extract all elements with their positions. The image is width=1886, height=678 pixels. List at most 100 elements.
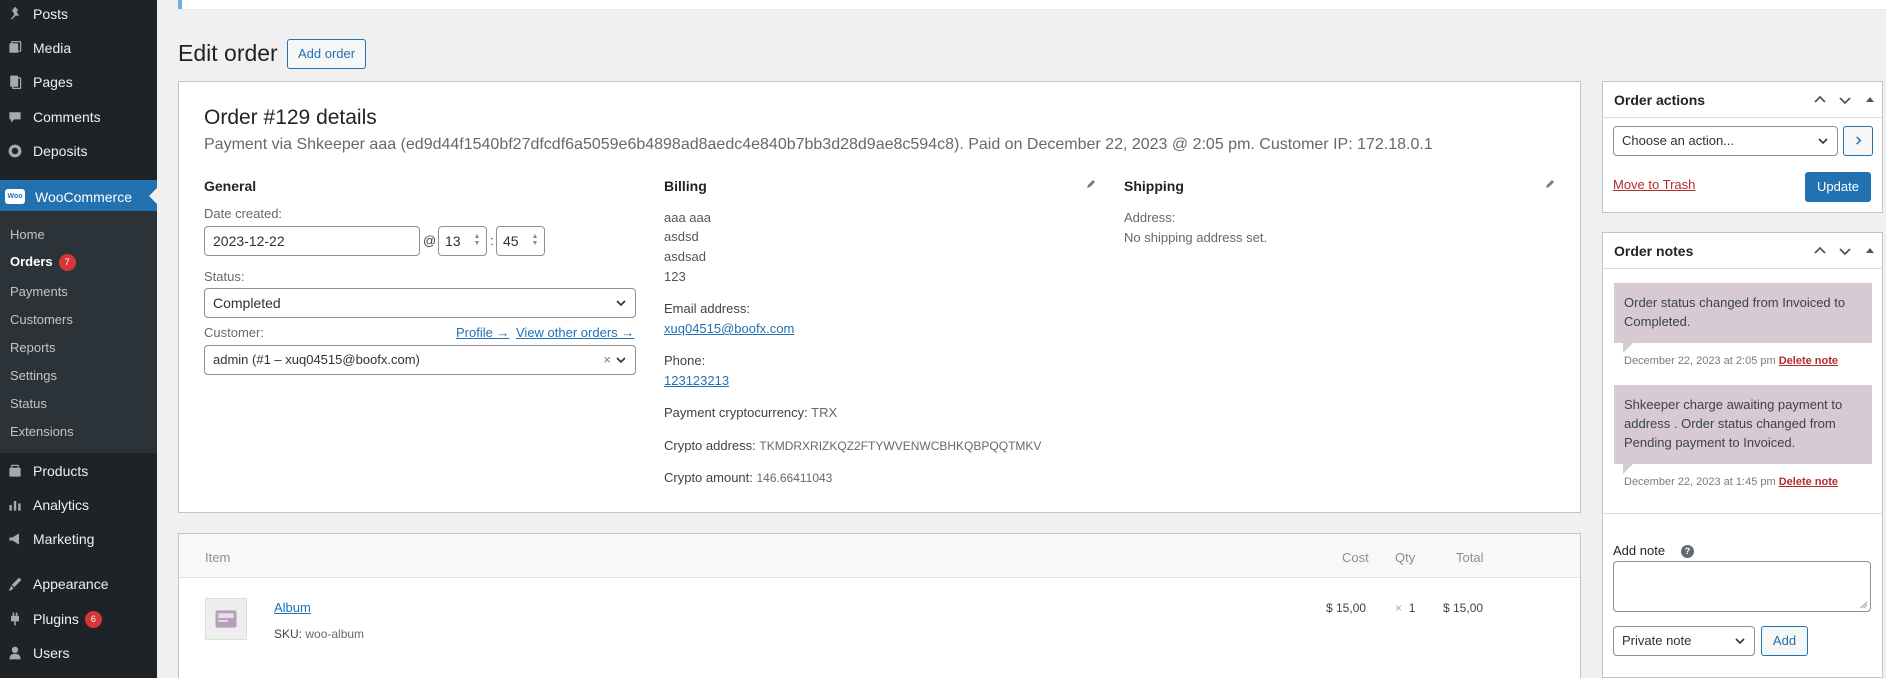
billing-address-line: asdsad bbox=[664, 249, 706, 264]
shipping-address-label: Address: bbox=[1124, 210, 1176, 225]
plugins-count-badge: 6 bbox=[84, 610, 102, 628]
admin-sidebar: Posts Media Pages Comments Deposits Woo … bbox=[0, 0, 157, 678]
customer-select[interactable]: admin (#1 – xuq04515@boofx.com) × bbox=[204, 345, 636, 375]
delete-note-link[interactable]: Delete note bbox=[1779, 355, 1838, 367]
order-actions-box: Order actions Choose an action... Move t… bbox=[1602, 81, 1883, 213]
note-type-select[interactable]: Private note bbox=[1613, 626, 1755, 656]
order-action-select[interactable]: Choose an action... bbox=[1613, 126, 1838, 156]
item-column-header: Item bbox=[205, 550, 231, 565]
help-icon[interactable]: ? bbox=[1681, 545, 1694, 558]
order-notes-box: Order notes Order status changed from In… bbox=[1602, 232, 1883, 678]
move-down-icon[interactable] bbox=[1837, 243, 1853, 259]
update-button[interactable]: Update bbox=[1805, 172, 1871, 202]
pages-icon bbox=[7, 74, 23, 90]
customer-profile-link[interactable]: Profile → bbox=[456, 325, 509, 340]
move-up-icon[interactable] bbox=[1812, 243, 1828, 259]
menu-item-media[interactable]: Media bbox=[0, 33, 157, 63]
crypto-currency-row: Payment cryptocurrency: TRX bbox=[664, 405, 838, 420]
menu-item-plugins[interactable]: Plugins 6 bbox=[0, 604, 157, 634]
users-icon bbox=[7, 645, 23, 661]
crypto-amount-row: Crypto amount: 146.66411043 bbox=[664, 470, 833, 485]
shipping-heading: Shipping bbox=[1124, 178, 1184, 194]
menu-item-deposits[interactable]: Deposits bbox=[0, 136, 157, 166]
move-to-trash-link[interactable]: Move to Trash bbox=[1613, 177, 1695, 192]
submenu-item-orders[interactable]: Orders 7 bbox=[10, 254, 76, 272]
submenu-item-settings[interactable]: Settings bbox=[10, 368, 57, 383]
billing-email-link[interactable]: xuq04515@boofx.com bbox=[664, 321, 794, 336]
apply-action-button[interactable] bbox=[1843, 126, 1873, 156]
pushpin-icon bbox=[7, 6, 23, 22]
product-name-link[interactable]: Album bbox=[274, 600, 311, 615]
menu-item-products[interactable]: Products bbox=[0, 456, 157, 486]
item-total: $ 15,00 bbox=[1443, 601, 1484, 615]
hour-spinner[interactable]: ▲ ▼ bbox=[473, 233, 481, 249]
submenu-item-customers[interactable]: Customers bbox=[10, 312, 73, 327]
move-up-icon[interactable] bbox=[1812, 92, 1828, 108]
order-data-panel: Order #129 details Payment via Shkeeper … bbox=[178, 81, 1581, 513]
resize-handle-icon[interactable] bbox=[1859, 600, 1868, 609]
order-payment-meta: Payment via Shkeeper aaa (ed9d44f1540bf2… bbox=[204, 136, 1433, 153]
edit-shipping-icon[interactable] bbox=[1544, 178, 1556, 190]
collapse-toggle-icon[interactable] bbox=[1862, 92, 1878, 108]
phone-label: Phone: bbox=[664, 353, 706, 368]
menu-item-analytics[interactable]: Analytics bbox=[0, 490, 157, 520]
collapse-toggle-icon[interactable] bbox=[1862, 243, 1878, 259]
add-order-button[interactable]: Add order bbox=[287, 39, 367, 69]
date-created-label: Date created: bbox=[204, 206, 283, 221]
view-other-orders-link[interactable]: View other orders → bbox=[516, 325, 634, 340]
status-select[interactable]: Completed bbox=[204, 288, 636, 318]
add-note-button[interactable]: Add bbox=[1761, 626, 1808, 656]
add-note-textarea[interactable] bbox=[1613, 561, 1871, 612]
menu-item-marketing[interactable]: Marketing bbox=[0, 524, 157, 554]
menu-item-posts[interactable]: Posts bbox=[0, 0, 157, 27]
delete-note-link[interactable]: Delete note bbox=[1779, 476, 1838, 488]
menu-item-woocommerce[interactable]: Woo WooCommerce bbox=[0, 180, 157, 213]
comments-icon bbox=[7, 109, 23, 125]
move-down-icon[interactable] bbox=[1837, 92, 1853, 108]
submenu-item-payments[interactable]: Payments bbox=[10, 284, 68, 299]
menu-item-comments[interactable]: Comments bbox=[0, 102, 157, 132]
submenu-item-extensions[interactable]: Extensions bbox=[10, 424, 74, 439]
submenu-item-reports[interactable]: Reports bbox=[10, 340, 56, 355]
minute-input[interactable]: 45 ▲ ▼ bbox=[496, 226, 545, 256]
submenu-item-status[interactable]: Status bbox=[10, 396, 47, 411]
product-sku: SKU: woo-album bbox=[274, 627, 365, 641]
order-heading: Order #129 details bbox=[204, 106, 377, 129]
analytics-icon bbox=[7, 497, 23, 513]
billing-heading: Billing bbox=[664, 178, 707, 194]
page-title: Edit order bbox=[178, 40, 278, 66]
order-note: Order status changed from Invoiced to Co… bbox=[1614, 283, 1872, 343]
crypto-address-row: Crypto address: TKMDRXRIZKQZ2FTYWVENWCBH… bbox=[664, 438, 1042, 453]
edit-billing-icon[interactable] bbox=[1085, 178, 1097, 190]
date-created-input[interactable]: 2023-12-22 bbox=[204, 226, 420, 256]
item-qty: × 1 bbox=[1395, 601, 1416, 615]
deposits-icon bbox=[7, 143, 23, 159]
menu-item-pages[interactable]: Pages bbox=[0, 67, 157, 97]
chevron-down-icon bbox=[1735, 638, 1745, 645]
email-label: Email address: bbox=[664, 301, 750, 316]
customer-label: Customer: bbox=[204, 325, 264, 340]
shipping-address-value: No shipping address set. bbox=[1124, 230, 1268, 245]
menu-item-appearance[interactable]: Appearance bbox=[0, 569, 157, 599]
product-thumbnail bbox=[205, 598, 247, 640]
hour-input[interactable]: 13 ▲ ▼ bbox=[438, 226, 487, 256]
chevron-right-icon bbox=[1855, 136, 1861, 145]
woocommerce-icon: Woo bbox=[5, 189, 25, 204]
media-icon bbox=[7, 40, 23, 56]
status-label: Status: bbox=[204, 269, 245, 284]
order-items-panel: Item Cost Qty Total Album SKU: woo-album… bbox=[178, 533, 1581, 678]
menu-item-users[interactable]: Users bbox=[0, 638, 157, 668]
items-table-header: Item Cost Qty Total bbox=[179, 534, 1580, 578]
paintbrush-icon bbox=[7, 576, 23, 592]
submenu-item-home[interactable]: Home bbox=[10, 227, 45, 242]
note-tail bbox=[1623, 343, 1633, 353]
minute-spinner[interactable]: ▲ ▼ bbox=[531, 233, 539, 249]
billing-phone-link[interactable]: 123123213 bbox=[664, 373, 729, 388]
total-column-header: Total bbox=[1456, 550, 1484, 565]
add-note-label: Add note bbox=[1613, 543, 1666, 558]
order-note: Shkeeper charge awaiting payment to addr… bbox=[1614, 385, 1872, 464]
plugin-icon bbox=[7, 611, 23, 627]
clear-customer-icon[interactable]: × bbox=[603, 346, 611, 374]
at-separator: @ bbox=[423, 233, 437, 248]
products-icon bbox=[7, 463, 23, 479]
